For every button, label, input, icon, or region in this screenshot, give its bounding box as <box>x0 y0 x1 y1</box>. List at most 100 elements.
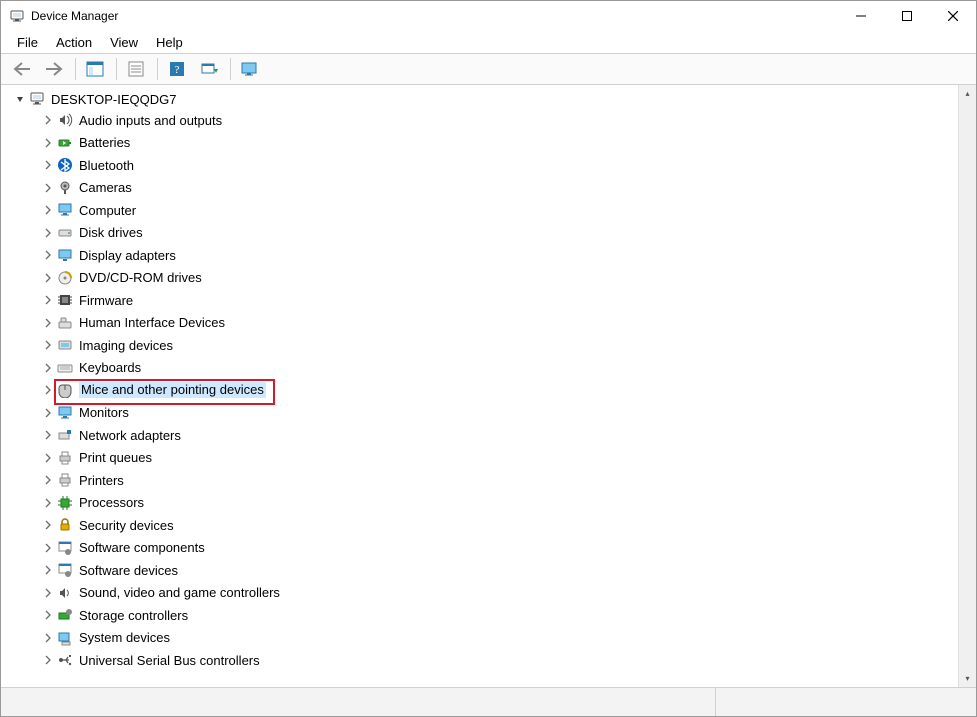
expander-closed-icon[interactable] <box>41 563 55 577</box>
tree-node[interactable]: Display adapters <box>5 244 958 267</box>
expander-closed-icon[interactable] <box>41 113 55 127</box>
device-tree[interactable]: DESKTOP-IEQQDG7 Audio inputs and outputs… <box>1 85 958 687</box>
expander-closed-icon[interactable] <box>41 473 55 487</box>
expander-closed-icon[interactable] <box>41 338 55 352</box>
vertical-scrollbar[interactable]: ▴ ▾ <box>958 85 976 687</box>
expander-closed-icon[interactable] <box>41 631 55 645</box>
device-category-icon <box>57 157 73 173</box>
tree-node-label: Display adapters <box>79 248 176 263</box>
expander-closed-icon[interactable] <box>41 158 55 172</box>
expander-closed-icon[interactable] <box>41 271 55 285</box>
scroll-down-icon[interactable]: ▾ <box>959 670 976 687</box>
device-category-icon <box>57 495 73 511</box>
tree-node-label: Keyboards <box>79 360 141 375</box>
tree-node[interactable]: Bluetooth <box>5 154 958 177</box>
status-pane-1 <box>1 688 716 716</box>
expander-closed-icon[interactable] <box>41 181 55 195</box>
expander-closed-icon[interactable] <box>41 361 55 375</box>
tree-node[interactable]: Security devices <box>5 514 958 537</box>
tree-node[interactable]: Imaging devices <box>5 334 958 357</box>
back-button[interactable] <box>7 56 37 82</box>
device-category-icon <box>57 112 73 128</box>
tree-node[interactable]: Batteries <box>5 132 958 155</box>
scroll-up-icon[interactable]: ▴ <box>959 85 976 102</box>
expander-closed-icon[interactable] <box>41 586 55 600</box>
scroll-track[interactable] <box>959 102 976 670</box>
maximize-button[interactable] <box>884 1 930 31</box>
tree-node[interactable]: Print queues <box>5 447 958 470</box>
device-category-icon <box>57 270 73 286</box>
display-devices-button[interactable] <box>235 56 265 82</box>
help-button[interactable]: ? <box>162 56 192 82</box>
expander-closed-icon[interactable] <box>41 226 55 240</box>
tree-node[interactable]: Cameras <box>5 177 958 200</box>
tree-node[interactable]: Sound, video and game controllers <box>5 582 958 605</box>
close-button[interactable] <box>930 1 976 31</box>
expander-open-icon[interactable] <box>13 92 27 106</box>
expander-closed-icon[interactable] <box>41 608 55 622</box>
tree-node[interactable]: Disk drives <box>5 222 958 245</box>
tree-node-label: Network adapters <box>79 428 181 443</box>
tree-node[interactable]: Storage controllers <box>5 604 958 627</box>
tree-node[interactable]: Mice and other pointing devices <box>5 379 958 402</box>
tree-node-label: Imaging devices <box>79 338 173 353</box>
device-category-icon <box>57 135 73 151</box>
content-area: DESKTOP-IEQQDG7 Audio inputs and outputs… <box>1 85 976 687</box>
window-title: Device Manager <box>31 9 838 23</box>
tree-node[interactable]: Network adapters <box>5 424 958 447</box>
device-category-icon <box>57 202 73 218</box>
toolbar-separator <box>116 58 117 80</box>
expander-closed-icon[interactable] <box>41 316 55 330</box>
device-category-icon <box>57 540 73 556</box>
tree-node[interactable]: Firmware <box>5 289 958 312</box>
expander-closed-icon[interactable] <box>41 383 55 397</box>
expander-closed-icon[interactable] <box>41 541 55 555</box>
tree-node[interactable]: Universal Serial Bus controllers <box>5 649 958 672</box>
tree-node-label: Security devices <box>79 518 174 533</box>
expander-closed-icon[interactable] <box>41 451 55 465</box>
menu-help[interactable]: Help <box>148 33 191 52</box>
window-controls <box>838 1 976 31</box>
expander-closed-icon[interactable] <box>41 248 55 262</box>
minimize-button[interactable] <box>838 1 884 31</box>
tree-node[interactable]: Printers <box>5 469 958 492</box>
tree-node[interactable]: System devices <box>5 627 958 650</box>
expander-closed-icon[interactable] <box>41 518 55 532</box>
expander-closed-icon[interactable] <box>41 653 55 667</box>
tree-node[interactable]: Software devices <box>5 559 958 582</box>
menubar: File Action View Help <box>1 31 976 53</box>
properties-button[interactable] <box>121 56 151 82</box>
expander-closed-icon[interactable] <box>41 406 55 420</box>
menu-view[interactable]: View <box>102 33 146 52</box>
titlebar: Device Manager <box>1 1 976 31</box>
device-category-icon <box>57 585 73 601</box>
tree-node[interactable]: Monitors <box>5 402 958 425</box>
expander-closed-icon[interactable] <box>41 428 55 442</box>
tree-node[interactable]: DVD/CD-ROM drives <box>5 267 958 290</box>
tree-node-label: Software components <box>79 540 205 555</box>
tree-node-label: Disk drives <box>79 225 143 240</box>
tree-node[interactable]: Human Interface Devices <box>5 312 958 335</box>
device-category-icon <box>57 517 73 533</box>
tree-node[interactable]: Processors <box>5 492 958 515</box>
scan-hardware-button[interactable] <box>194 56 224 82</box>
root-label: DESKTOP-IEQQDG7 <box>51 92 176 107</box>
menu-file[interactable]: File <box>9 33 46 52</box>
device-category-icon <box>57 180 73 196</box>
menu-action[interactable]: Action <box>48 33 100 52</box>
tree-node[interactable]: Computer <box>5 199 958 222</box>
toggle-tree-button[interactable] <box>80 56 110 82</box>
expander-closed-icon[interactable] <box>41 496 55 510</box>
expander-closed-icon[interactable] <box>41 136 55 150</box>
tree-node[interactable]: Software components <box>5 537 958 560</box>
svg-text:?: ? <box>175 64 180 76</box>
status-pane-2 <box>716 688 976 716</box>
tree-node[interactable]: Audio inputs and outputs <box>5 109 958 132</box>
expander-closed-icon[interactable] <box>41 203 55 217</box>
tree-node[interactable]: Keyboards <box>5 357 958 380</box>
tree-root-row[interactable]: DESKTOP-IEQQDG7 <box>5 89 958 109</box>
device-category-icon <box>57 562 73 578</box>
expander-closed-icon[interactable] <box>41 293 55 307</box>
device-category-icon <box>57 360 73 376</box>
forward-button[interactable] <box>39 56 69 82</box>
